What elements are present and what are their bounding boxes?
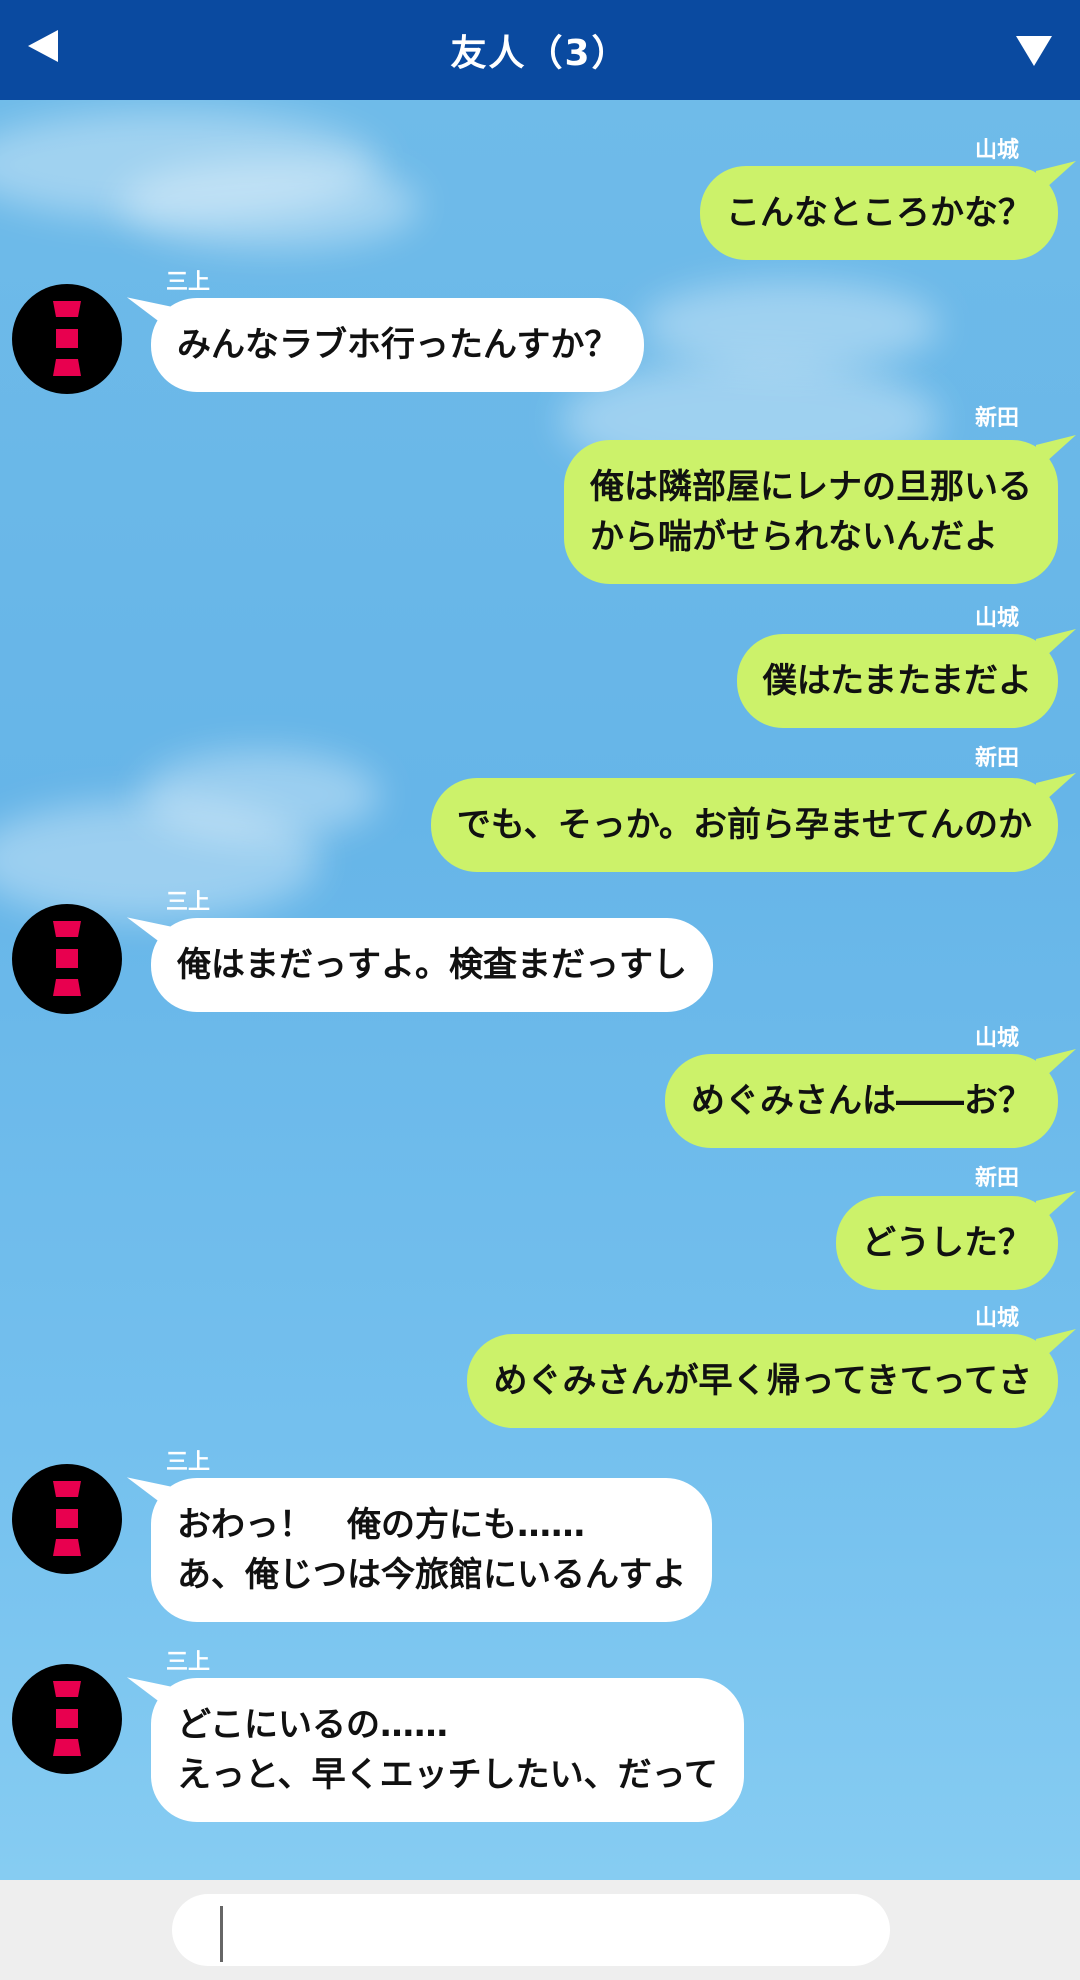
message-bubble[interactable]: おわっ！ 俺の方にも…… あ、俺じつは今旅館にいるんすよ bbox=[151, 1478, 713, 1622]
sender-name: 山城 bbox=[975, 1306, 1020, 1331]
avatar[interactable] bbox=[12, 1664, 122, 1774]
message-input[interactable] bbox=[172, 1894, 890, 1966]
sender-name: 三上 bbox=[166, 1450, 211, 1475]
sender-name: 新田 bbox=[975, 746, 1020, 771]
chat-header: 友人（3） bbox=[0, 0, 1080, 100]
avatar[interactable] bbox=[12, 904, 122, 1014]
dropdown-triangle-icon[interactable] bbox=[1016, 36, 1052, 66]
back-arrow-icon[interactable] bbox=[28, 30, 58, 62]
avatar-mark-icon bbox=[53, 301, 81, 376]
avatar[interactable] bbox=[12, 1464, 122, 1574]
message-bubble[interactable]: みんなラブホ行ったんすか？ bbox=[151, 298, 645, 392]
sender-name: 山城 bbox=[975, 138, 1020, 163]
avatar-mark-icon bbox=[53, 921, 81, 996]
message-bubble[interactable]: 俺はまだっすよ。検査まだっすし bbox=[151, 918, 713, 1012]
sender-name: 三上 bbox=[166, 270, 211, 295]
message-bubble[interactable]: 俺は隣部屋にレナの旦那いる から喘がせられないんだよ bbox=[564, 440, 1058, 584]
message-bubble[interactable]: 僕はたまたまだよ bbox=[736, 634, 1058, 728]
sender-name: 三上 bbox=[166, 890, 211, 915]
message-bubble[interactable]: めぐみさんが早く帰ってきてってさ bbox=[467, 1334, 1058, 1428]
sender-name: 新田 bbox=[975, 1166, 1020, 1191]
avatar-mark-icon bbox=[53, 1681, 81, 1756]
avatar[interactable] bbox=[12, 284, 122, 394]
sender-name: 山城 bbox=[975, 606, 1020, 631]
message-bubble[interactable]: でも、そっか。お前ら孕ませてんのか bbox=[430, 778, 1058, 872]
chat-area[interactable]: 山城 こんなところかな？ 三上 みんなラブホ行ったんすか？ 新田 俺は隣部屋にレ… bbox=[0, 100, 1080, 1880]
message-bubble[interactable]: こんなところかな？ bbox=[700, 166, 1058, 260]
sender-name: 山城 bbox=[975, 1026, 1020, 1051]
input-bar bbox=[0, 1880, 1080, 1980]
sender-name: 三上 bbox=[166, 1650, 211, 1675]
message-bubble[interactable]: どうした？ bbox=[836, 1196, 1058, 1290]
text-caret bbox=[220, 1906, 223, 1962]
avatar-mark-icon bbox=[53, 1481, 81, 1556]
message-bubble[interactable]: どこにいるの…… えっと、早くエッチしたい、だって bbox=[151, 1678, 744, 1822]
sender-name: 新田 bbox=[975, 406, 1020, 431]
chat-title: 友人（3） bbox=[450, 33, 630, 74]
message-bubble[interactable]: めぐみさんは――お？ bbox=[664, 1054, 1058, 1148]
